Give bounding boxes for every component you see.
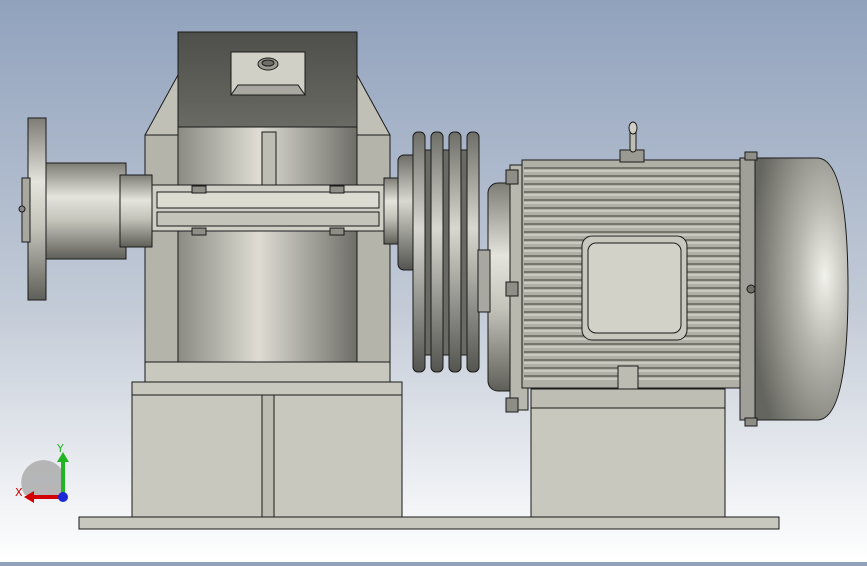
motor-stand [530, 388, 726, 518]
x-axis-label: X [15, 486, 23, 499]
axis-triad[interactable]: Y X [10, 440, 80, 510]
base-plate [78, 516, 780, 530]
lifting-eye [619, 121, 645, 163]
v-belt-pulley [397, 131, 480, 373]
output-flange [18, 117, 153, 301]
gearbox-housing [144, 31, 391, 383]
gearbox-stand [131, 381, 403, 518]
z-axis-dot [58, 492, 68, 502]
motor-gearbox-assembly [18, 31, 849, 530]
electric-motor [477, 121, 849, 427]
y-axis-label: Y [56, 442, 64, 455]
model-viewport[interactable]: Y X [0, 0, 867, 562]
